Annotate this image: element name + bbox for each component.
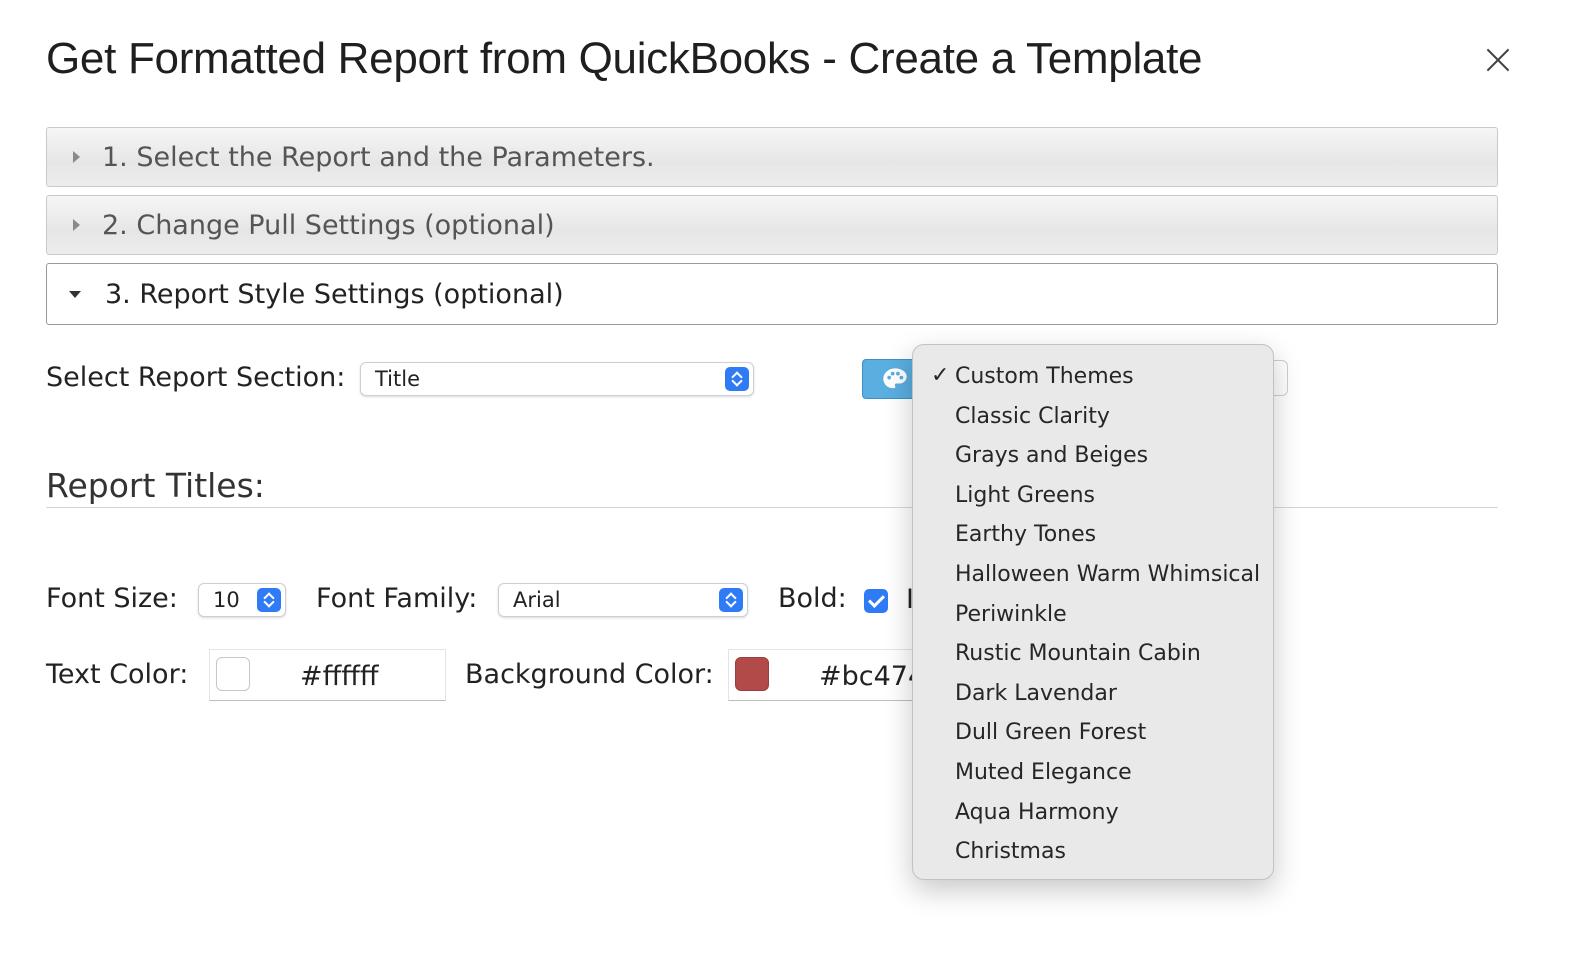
font-size-value: 10 xyxy=(213,588,240,612)
accordion-step-1-label: 1. Select the Report and the Parameters. xyxy=(102,141,655,173)
text-color-value: #ffffff xyxy=(300,661,379,692)
menu-item-label: Periwinkle xyxy=(955,601,1067,627)
font-size-label: Font Size: xyxy=(46,583,178,614)
background-color-value: #bc474 xyxy=(819,661,926,692)
caret-right-icon xyxy=(73,151,80,163)
menu-item-light-greens[interactable]: Light Greens xyxy=(913,475,1273,515)
accordion-step-1[interactable]: 1. Select the Report and the Parameters. xyxy=(46,127,1498,187)
report-section-value: Title xyxy=(375,367,421,391)
bold-label: Bold: xyxy=(778,583,847,614)
menu-item-label: Light Greens xyxy=(955,482,1095,508)
text-color-field[interactable]: #ffffff xyxy=(209,649,446,701)
menu-item-label: Earthy Tones xyxy=(955,522,1097,548)
menu-item-halloween-warm-whimsical[interactable]: Halloween Warm Whimsical xyxy=(913,554,1273,594)
palette-icon xyxy=(883,368,907,389)
accordion-step-3[interactable]: 3. Report Style Settings (optional) xyxy=(46,263,1498,325)
bold-checkbox[interactable] xyxy=(864,589,888,613)
menu-item-grays-and-beiges[interactable]: Grays and Beiges xyxy=(913,435,1273,475)
menu-item-christmas[interactable]: Christmas xyxy=(913,831,1273,871)
menu-item-custom-themes[interactable]: ✓ Custom Themes xyxy=(913,356,1273,396)
theme-dropdown-menu: ✓ Custom Themes Classic Clarity Grays an… xyxy=(912,344,1274,880)
dialog-title: Get Formatted Report from QuickBooks - C… xyxy=(46,34,1203,83)
menu-item-dull-green-forest[interactable]: Dull Green Forest xyxy=(913,712,1273,752)
menu-item-label: Muted Elegance xyxy=(955,760,1132,785)
accordion-step-2[interactable]: 2. Change Pull Settings (optional) xyxy=(46,195,1498,255)
report-section-label: Select Report Section: xyxy=(46,362,346,393)
divider xyxy=(46,507,1498,508)
menu-item-periwinkle[interactable]: Periwinkle xyxy=(913,594,1273,634)
menu-item-dark-lavendar[interactable]: Dark Lavendar xyxy=(913,673,1273,713)
menu-item-label: Christmas xyxy=(955,839,1066,865)
background-color-swatch[interactable] xyxy=(735,657,769,691)
text-color-label: Text Color: xyxy=(46,659,189,690)
caret-right-icon xyxy=(73,219,80,231)
accordion-step-2-label: 2. Change Pull Settings (optional) xyxy=(102,209,555,241)
background-color-label: Background Color: xyxy=(465,659,714,690)
text-color-swatch[interactable] xyxy=(216,657,250,691)
menu-item-muted-elegance[interactable]: Muted Elegance xyxy=(913,752,1273,792)
menu-item-label: Custom Themes xyxy=(955,364,1134,389)
report-section-select[interactable]: Title xyxy=(360,362,754,396)
menu-item-label: Grays and Beiges xyxy=(955,443,1149,469)
caret-down-icon xyxy=(69,290,81,298)
font-family-label: Font Family: xyxy=(316,583,478,614)
menu-item-label: Aqua Harmony xyxy=(955,799,1119,825)
accordion-step-3-label: 3. Report Style Settings (optional) xyxy=(105,278,564,310)
font-family-value: Arial xyxy=(513,588,561,612)
menu-item-aqua-harmony[interactable]: Aqua Harmony xyxy=(913,792,1273,832)
font-family-select[interactable]: Arial xyxy=(498,583,748,617)
select-stepper-icon xyxy=(257,588,281,612)
close-icon[interactable] xyxy=(1480,42,1516,78)
select-stepper-icon xyxy=(725,367,749,391)
menu-item-rustic-mountain-cabin[interactable]: Rustic Mountain Cabin xyxy=(913,633,1273,673)
menu-item-label: Rustic Mountain Cabin xyxy=(955,641,1201,667)
report-titles-heading: Report Titles: xyxy=(46,466,265,505)
menu-item-label: Dull Green Forest xyxy=(955,720,1147,746)
menu-item-label: Classic Clarity xyxy=(955,403,1110,429)
menu-item-label: Halloween Warm Whimsical xyxy=(955,562,1261,587)
select-stepper-icon xyxy=(719,588,743,612)
menu-item-earthy-tones[interactable]: Earthy Tones xyxy=(913,514,1273,554)
menu-item-label: Dark Lavendar xyxy=(955,680,1117,706)
background-color-field[interactable]: #bc474 xyxy=(728,649,925,701)
font-size-select[interactable]: 10 xyxy=(198,583,286,617)
checkmark-icon: ✓ xyxy=(931,363,950,388)
menu-item-classic-clarity[interactable]: Classic Clarity xyxy=(913,396,1273,436)
